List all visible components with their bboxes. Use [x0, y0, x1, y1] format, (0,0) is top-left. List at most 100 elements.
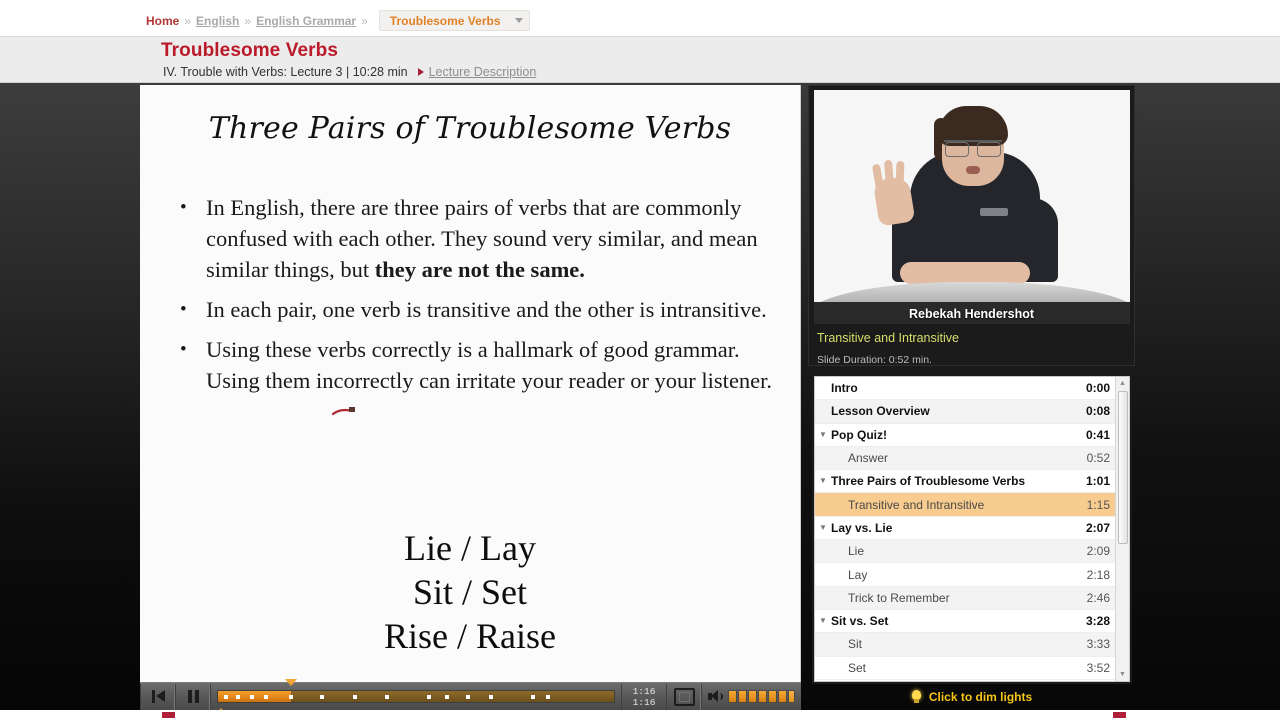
- chapter-row[interactable]: Lie 2:09: [815, 540, 1116, 564]
- breadcrumb-item-english-grammar[interactable]: English Grammar: [256, 14, 356, 28]
- current-slide-title: Transitive and Intransitive: [817, 331, 959, 345]
- verb-pair-line: Lie / Lay: [404, 528, 536, 568]
- chapter-label: Transitive and Intransitive: [848, 497, 985, 512]
- chapter-label: Sit vs. Set: [831, 614, 889, 629]
- chapter-marker[interactable]: [489, 695, 494, 699]
- chapter-row[interactable]: ▼ Three Pairs of Troublesome Verbs 1:01: [815, 470, 1116, 494]
- time-display: 1:16 1:16: [621, 683, 667, 710]
- chapter-list-scrollbar[interactable]: ▲ ▼: [1115, 377, 1129, 681]
- chapter-marker[interactable]: [289, 695, 294, 699]
- volume-bar[interactable]: [728, 690, 737, 703]
- instructor-video[interactable]: [814, 90, 1130, 324]
- fullscreen-button[interactable]: [667, 683, 702, 710]
- scroll-down-icon[interactable]: ▼: [1116, 668, 1129, 681]
- chapter-marker[interactable]: [223, 695, 228, 699]
- page-root: Home » English » English Grammar » Troub…: [0, 0, 1280, 720]
- player-backdrop-left: [0, 83, 140, 710]
- scrollbar-thumb[interactable]: [1118, 391, 1128, 544]
- chapter-label: Pop Quiz!: [831, 427, 887, 442]
- chapter-marker[interactable]: [465, 695, 470, 699]
- below-fold-marker: [1113, 712, 1126, 718]
- lecture-meta: IV. Trouble with Verbs: Lecture 3 | 10:2…: [163, 65, 536, 79]
- volume-level-bars[interactable]: [728, 690, 795, 703]
- glasses-lens-right: [977, 142, 1001, 157]
- slide-bullet-item: • In English, there are three pairs of v…: [180, 192, 780, 285]
- instructor-glasses: [944, 140, 1002, 157]
- chapter-marker[interactable]: [320, 695, 325, 699]
- chapter-label: Lay vs. Lie: [831, 520, 893, 535]
- shirt-logo: [980, 208, 1008, 216]
- scroll-up-icon[interactable]: ▲: [1116, 377, 1129, 390]
- chapter-row[interactable]: Sit 3:33: [815, 633, 1116, 657]
- pause-button[interactable]: [176, 683, 211, 710]
- previous-button[interactable]: [140, 683, 176, 710]
- lecture-description-link[interactable]: Lecture Description: [429, 65, 537, 79]
- lecture-header: Troublesome Verbs IV. Trouble with Verbs…: [0, 37, 1280, 83]
- chapter-time: 1:15: [1086, 497, 1110, 512]
- volume-bar[interactable]: [738, 690, 747, 703]
- seek-track[interactable]: [217, 690, 615, 703]
- caret-down-icon[interactable]: ▼: [815, 523, 831, 532]
- chapter-row[interactable]: ▼ Sit vs. Set 3:28: [815, 609, 1116, 634]
- chapter-marker[interactable]: [530, 695, 535, 699]
- chapter-row[interactable]: ▼ Pop Quiz! 0:41: [815, 423, 1116, 447]
- slide-verb-pairs: Lie / Lay Sit / Set Rise / Raise: [140, 526, 800, 658]
- chapter-marker[interactable]: [235, 695, 240, 699]
- time-total: 1:16: [632, 696, 656, 708]
- volume-bar[interactable]: [758, 690, 767, 703]
- chapter-label: Sit: [848, 637, 863, 652]
- volume-bar[interactable]: [768, 690, 777, 703]
- breadcrumb-current-label: Troublesome Verbs: [389, 13, 501, 28]
- chapter-list: Intro 0:00 Lesson Overview 0:08 ▼ Pop Quiz! 0:…: [815, 377, 1116, 680]
- caret-down-icon[interactable]: ▼: [815, 477, 831, 485]
- slide-viewer[interactable]: Three Pairs of Troublesome Verbs • In En…: [140, 85, 801, 682]
- chapter-marker[interactable]: [545, 695, 550, 699]
- seek-bar[interactable]: [215, 678, 615, 715]
- caret-down-icon[interactable]: ▼: [815, 430, 831, 439]
- chapter-label: Trick to Remember: [848, 590, 950, 605]
- chapter-row[interactable]: ▼ Lay vs. Lie 2:07: [815, 516, 1116, 541]
- pause-icon: [187, 690, 199, 703]
- volume-bar[interactable]: [748, 690, 757, 703]
- chapter-list-scroll[interactable]: Intro 0:00 Lesson Overview 0:08 ▼ Pop Quiz! 0:…: [814, 376, 1130, 682]
- speaker-icon[interactable]: [708, 690, 723, 703]
- bullet-dot-icon: •: [180, 299, 187, 320]
- caret-down-icon[interactable]: ▼: [815, 617, 831, 625]
- chapter-row[interactable]: Set 3:52: [815, 656, 1116, 680]
- fullscreen-icon: [673, 687, 695, 706]
- volume-control[interactable]: [702, 690, 801, 703]
- chapter-marker[interactable]: [385, 695, 390, 699]
- chapter-row[interactable]: Trick to Remember 2:46: [815, 586, 1116, 610]
- volume-bar[interactable]: [788, 690, 795, 703]
- play-triangle-icon: [417, 68, 424, 76]
- slide-bullet-text: Using these verbs correctly is a hallmar…: [206, 337, 773, 393]
- instructor-forearm: [900, 262, 1030, 284]
- chapter-label: Lesson Overview: [831, 404, 930, 419]
- chapter-marker[interactable]: [427, 695, 432, 699]
- page-bottom-sliver: [0, 710, 1280, 720]
- chapter-row[interactable]: Intro 0:00: [815, 377, 1116, 401]
- chapter-marker[interactable]: [249, 695, 254, 699]
- chapter-marker[interactable]: [444, 695, 449, 699]
- volume-bar[interactable]: [778, 690, 787, 703]
- breadcrumb-home-link[interactable]: Home: [146, 14, 179, 28]
- chapter-time: 0:52: [1086, 451, 1110, 466]
- chapter-row[interactable]: Answer 0:52: [815, 446, 1116, 471]
- chapter-marker[interactable]: [353, 695, 358, 699]
- seek-handle-top[interactable]: [284, 678, 297, 686]
- breadcrumb-item-english[interactable]: English: [196, 14, 239, 28]
- instructor-video-panel[interactable]: Rebekah Hendershot Transitive and Intran…: [808, 85, 1135, 366]
- player-controls: 1:16 1:16: [140, 678, 801, 715]
- presenter-name: Rebekah Hendershot: [908, 307, 1035, 321]
- breadcrumb-current-dropdown[interactable]: Troublesome Verbs: [378, 10, 530, 31]
- dim-lights-button[interactable]: Click to dim lights: [808, 686, 1135, 708]
- breadcrumb-bar: Home » English » English Grammar » Troub…: [0, 0, 1280, 37]
- chapter-row[interactable]: Lay 2:18: [815, 563, 1116, 587]
- chapter-label: Set: [848, 660, 867, 675]
- bullet-text-bold: they are not the same.: [374, 257, 585, 282]
- chapter-row[interactable]: Lesson Overview 0:08: [815, 400, 1116, 424]
- chapter-row[interactable]: Transitive and Intransitive 1:15: [815, 493, 1116, 517]
- chapter-marker[interactable]: [263, 695, 268, 699]
- chapter-label: Lie: [848, 544, 865, 559]
- dim-lights-label: Click to dim lights: [928, 690, 1033, 704]
